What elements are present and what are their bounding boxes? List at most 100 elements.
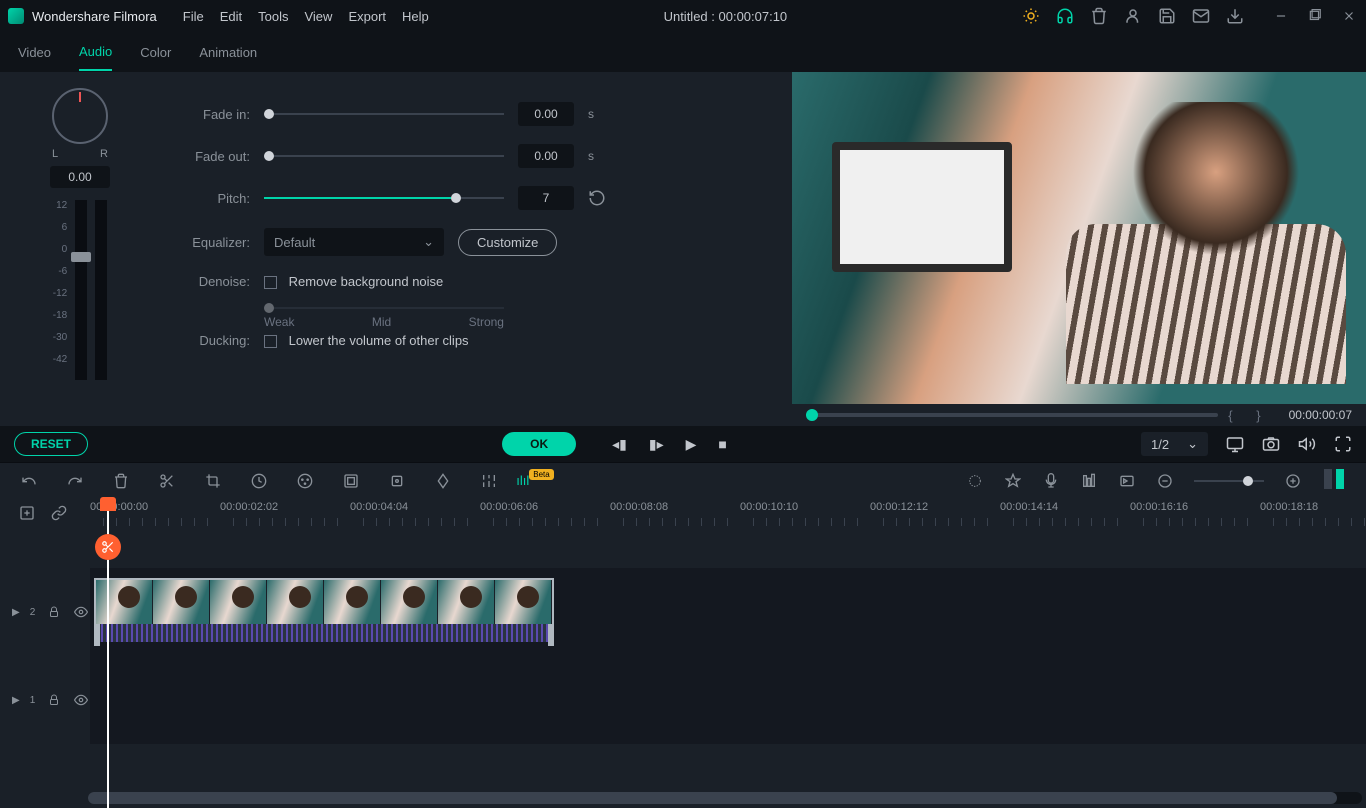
mail-icon[interactable] — [1192, 7, 1210, 25]
menu-view[interactable]: View — [304, 9, 332, 24]
marker-braces-icon[interactable]: { } — [1228, 408, 1270, 423]
minimize-icon[interactable] — [1272, 7, 1290, 25]
headphones-icon[interactable] — [1056, 7, 1074, 25]
keyframe-icon[interactable] — [434, 472, 452, 490]
ducking-checkbox[interactable] — [264, 335, 277, 348]
video-clip[interactable]: ▶ Footage — [94, 578, 554, 642]
playhead-cut-icon[interactable] — [95, 534, 121, 560]
fullscreen-icon[interactable] — [1334, 435, 1352, 453]
menu-edit[interactable]: Edit — [220, 9, 242, 24]
scrollbar-thumb[interactable] — [88, 792, 1337, 804]
equalizer-select[interactable]: Default ⌄ — [264, 228, 444, 256]
play-icon[interactable]: ▶ — [686, 436, 697, 453]
denoise-slider[interactable] — [264, 307, 504, 309]
settings-icon[interactable] — [480, 472, 498, 490]
video-preview[interactable] — [792, 72, 1366, 404]
speed-icon[interactable] — [250, 472, 268, 490]
visibility-icon[interactable] — [73, 691, 90, 709]
window-controls — [1272, 7, 1358, 25]
customize-button[interactable]: Customize — [458, 229, 557, 256]
denoise-checkbox[interactable] — [264, 276, 277, 289]
ok-button[interactable]: OK — [502, 432, 576, 456]
vu-fader-icon[interactable] — [71, 252, 91, 262]
account-icon[interactable] — [1124, 7, 1142, 25]
fade-out-value[interactable]: 0.00 — [518, 144, 574, 168]
playhead-handle-icon[interactable] — [100, 497, 116, 511]
ruler-tick: 00:00:00:00 — [90, 501, 148, 513]
ruler-tick: 00:00:10:10 — [740, 501, 798, 513]
timeline-h-scrollbar[interactable] — [88, 792, 1362, 804]
timeline-tracks: ▶ 2 ▶ Footage ▶ — [0, 568, 1366, 744]
audio-mixer-icon[interactable]: ılılBeta — [526, 472, 544, 490]
zoom-in-icon[interactable] — [1284, 472, 1302, 490]
render-icon[interactable] — [966, 472, 984, 490]
split-icon[interactable] — [158, 472, 176, 490]
equalizer-label: Equalizer: — [160, 235, 250, 250]
scrubber-thumb-icon[interactable] — [806, 409, 818, 421]
zoom-slider[interactable] — [1194, 480, 1264, 482]
marker-icon[interactable] — [1004, 472, 1022, 490]
fade-in-slider[interactable] — [264, 113, 504, 115]
delete-icon[interactable] — [112, 472, 130, 490]
display-icon[interactable] — [1226, 435, 1244, 453]
next-frame-icon[interactable]: ▮▸ — [649, 436, 664, 453]
pitch-reset-icon[interactable] — [588, 189, 606, 207]
maximize-icon[interactable] — [1306, 7, 1324, 25]
zoom-out-icon[interactable] — [1156, 472, 1174, 490]
pitch-slider[interactable] — [264, 197, 504, 199]
color-icon[interactable] — [296, 472, 314, 490]
effects-icon[interactable] — [1022, 7, 1040, 25]
tab-video[interactable]: Video — [18, 35, 51, 70]
audio-controls: Fade in: 0.00 s Fade out: 0.00 s Pitch: … — [160, 72, 792, 426]
timeline-ruler[interactable]: 00:00:00:0000:00:02:0200:00:04:0400:00:0… — [90, 498, 1366, 528]
menu-export[interactable]: Export — [348, 9, 386, 24]
menu-help[interactable]: Help — [402, 9, 429, 24]
fade-in-value[interactable]: 0.00 — [518, 102, 574, 126]
pitch-value[interactable]: 7 — [518, 186, 574, 210]
track-body[interactable]: ▶ Footage — [90, 568, 1366, 656]
redo-icon[interactable] — [66, 472, 84, 490]
pan-lr-labels: L R — [52, 148, 108, 160]
track-body[interactable] — [90, 656, 1366, 744]
menu-tools[interactable]: Tools — [258, 9, 288, 24]
crop-icon[interactable] — [204, 472, 222, 490]
visibility-icon[interactable] — [73, 603, 90, 621]
track-video-1: ▶ 1 — [0, 656, 1366, 744]
page-selector[interactable]: 1/2 ⌄ — [1141, 432, 1208, 456]
green-screen-icon[interactable] — [342, 472, 360, 490]
motion-icon[interactable] — [388, 472, 406, 490]
download-icon[interactable] — [1226, 7, 1244, 25]
pan-dial[interactable] — [52, 88, 108, 144]
lock-icon[interactable] — [45, 603, 62, 621]
trash-icon[interactable] — [1090, 7, 1108, 25]
vu-tick: 12 — [53, 200, 67, 211]
tab-color[interactable]: Color — [140, 35, 171, 70]
lock-icon[interactable] — [45, 691, 62, 709]
prev-frame-icon[interactable]: ◂▮ — [612, 436, 627, 453]
record-icon[interactable] — [1042, 472, 1060, 490]
fit-icon[interactable] — [1118, 472, 1136, 490]
reset-button[interactable]: RESET — [14, 432, 88, 456]
beta-badge: Beta — [529, 469, 553, 480]
pan-value[interactable]: 0.00 — [50, 166, 109, 188]
fade-out-slider[interactable] — [264, 155, 504, 157]
tab-audio[interactable]: Audio — [79, 34, 112, 71]
stop-icon[interactable]: ■ — [718, 436, 726, 453]
volume-icon[interactable] — [1298, 435, 1316, 453]
vu-meter-left[interactable] — [75, 200, 87, 380]
fade-in-row: Fade in: 0.00 s — [160, 102, 762, 126]
mixer-icon[interactable] — [1080, 472, 1098, 490]
timeline-left-ctrls — [0, 498, 90, 528]
undo-icon[interactable] — [20, 472, 38, 490]
snapshot-icon[interactable] — [1262, 435, 1280, 453]
add-track-icon[interactable] — [18, 504, 36, 522]
save-icon[interactable] — [1158, 7, 1176, 25]
link-icon[interactable] — [50, 504, 68, 522]
playback-scrubber[interactable] — [806, 413, 1218, 417]
zoom-toggle[interactable] — [1322, 469, 1346, 492]
playhead[interactable] — [107, 498, 109, 808]
titlebar: Wondershare Filmora File Edit Tools View… — [0, 0, 1366, 32]
close-icon[interactable] — [1340, 7, 1358, 25]
tab-animation[interactable]: Animation — [199, 35, 257, 70]
menu-file[interactable]: File — [183, 9, 204, 24]
